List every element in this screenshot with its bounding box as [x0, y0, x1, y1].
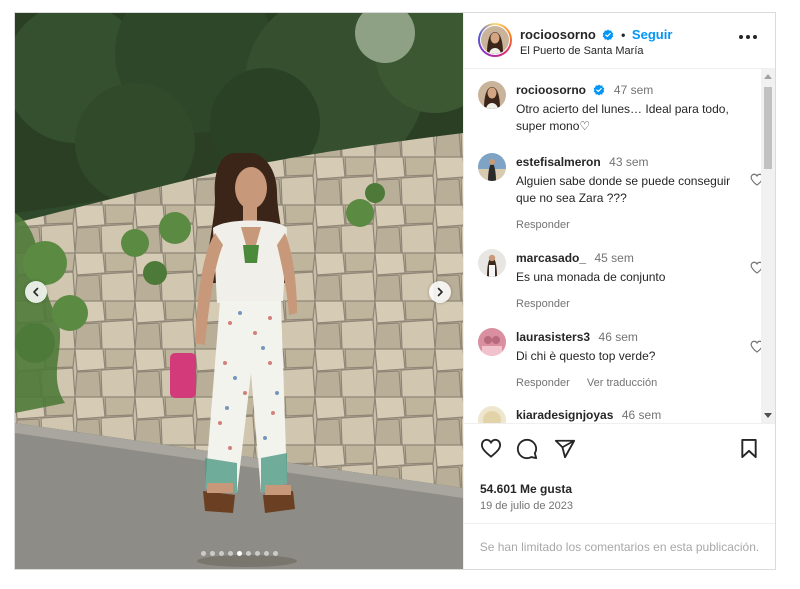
comment-username[interactable]: estefisalmeron [516, 155, 601, 169]
carousel-dot [209, 551, 215, 556]
comment-text: Otro acierto del lunes… Ideal para todo,… [516, 102, 729, 133]
carousel-dot [218, 551, 224, 556]
carousel-dot [245, 551, 251, 556]
see-translation-button[interactable]: Ver traducción [587, 377, 657, 389]
save-bookmark-icon[interactable] [740, 438, 758, 459]
comment-time[interactable]: 47 sem [614, 83, 653, 97]
carousel-dot [272, 551, 278, 556]
carousel-dot [236, 551, 242, 556]
comment-time[interactable]: 46 sem [599, 330, 638, 344]
comment-time[interactable]: 46 sem [622, 408, 661, 422]
verified-badge-icon [603, 29, 614, 41]
like-heart-icon[interactable] [480, 438, 502, 458]
location-link[interactable]: El Puerto de Santa María [520, 45, 644, 57]
carousel-dot [263, 551, 269, 556]
comment-username[interactable]: laurasisters3 [516, 330, 590, 344]
comment-text: Alguien sabe donde se puede conseguir qu… [516, 174, 731, 205]
comment-username[interactable]: kiaradesignjoyas [516, 408, 613, 422]
follow-button[interactable]: Seguir [632, 27, 672, 42]
separator: • [621, 28, 626, 42]
avatar[interactable] [478, 249, 506, 277]
comment-icon[interactable] [516, 438, 538, 460]
instagram-post: rocioosorno • Seguir El Puerto de Santa … [14, 12, 776, 570]
verified-badge-icon [594, 84, 605, 96]
scrollbar-thumb[interactable] [764, 87, 772, 169]
more-options-button[interactable] [739, 35, 757, 39]
carousel-dot [200, 551, 206, 556]
avatar [481, 26, 509, 54]
post-header: rocioosorno • Seguir El Puerto de Santa … [464, 13, 775, 69]
comment-time[interactable]: 43 sem [609, 155, 648, 169]
comments-scrollbar[interactable] [761, 69, 775, 423]
avatar[interactable] [478, 328, 506, 356]
post-author-username[interactable]: rocioosorno [520, 27, 596, 42]
share-send-icon[interactable] [554, 438, 576, 460]
post-photo[interactable] [15, 13, 463, 569]
comments-list: rocioosorno 47 sem Otro acierto del lune… [464, 69, 776, 423]
carousel-indicator [15, 551, 463, 556]
story-ring[interactable] [478, 23, 512, 57]
comments-limited-notice: Se han limitado los comentarios en esta … [464, 523, 775, 569]
avatar[interactable] [478, 153, 506, 181]
post-date: 19 de julio de 2023 [480, 500, 573, 512]
scroll-up-arrow-icon[interactable] [764, 74, 772, 79]
chevron-right-icon [437, 287, 443, 297]
post-details-panel: rocioosorno • Seguir El Puerto de Santa … [463, 13, 775, 569]
scroll-down-arrow-icon[interactable] [764, 413, 772, 418]
next-photo-button[interactable] [429, 281, 451, 303]
reply-button[interactable]: Responder [516, 298, 570, 310]
carousel-dot [254, 551, 260, 556]
carousel-dot [227, 551, 233, 556]
comment-text: Di chi è questo top verde? [516, 349, 656, 363]
previous-photo-button[interactable] [25, 281, 47, 303]
post-actions: 54.601 Me gusta 19 de julio de 2023 [464, 423, 775, 523]
reply-button[interactable]: Responder [516, 219, 570, 231]
comment-username[interactable]: rocioosorno [516, 83, 586, 97]
chevron-left-icon [33, 287, 39, 297]
comment-text: Es una monada de conjunto [516, 270, 666, 284]
more-horizontal-icon [739, 35, 743, 39]
reply-button[interactable]: Responder [516, 377, 570, 389]
avatar[interactable] [478, 81, 506, 109]
comment-time[interactable]: 45 sem [595, 251, 634, 265]
comment-username[interactable]: marcasado_ [516, 251, 586, 265]
likes-count[interactable]: 54.601 Me gusta [480, 482, 572, 496]
photo-scene [15, 13, 463, 569]
avatar[interactable] [478, 406, 506, 423]
